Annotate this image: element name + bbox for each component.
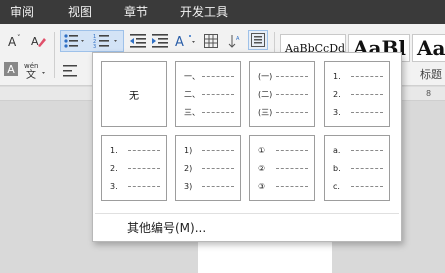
svg-text:A: A <box>31 35 39 48</box>
svg-text:A: A <box>175 35 184 49</box>
svg-text:文: 文 <box>26 68 36 79</box>
numbering-option-chinese-comma[interactable]: 一、 二、 三、 <box>175 61 241 127</box>
document-page[interactable] <box>198 240 332 273</box>
marker: 1. <box>333 72 341 81</box>
none-label: 无 <box>129 90 139 102</box>
marker: 3) <box>184 182 193 191</box>
marker: 2) <box>184 164 193 173</box>
numbering-option-none[interactable]: 无 <box>101 61 167 127</box>
style-caption: 标题 <box>420 68 442 81</box>
marker: 3. <box>110 182 118 191</box>
marker: ① <box>258 146 266 155</box>
numbering-option-letters[interactable]: a. b. c. <box>324 135 390 201</box>
marker: c. <box>333 182 340 191</box>
numbering-option-chinese-parenthesized[interactable]: (一) (二) (三) <box>249 61 315 127</box>
phonetic-guide-icon[interactable]: wén 文 <box>22 60 50 80</box>
font-size-decrease-icon[interactable]: A ˅ <box>6 32 24 50</box>
marker: 一、 <box>184 72 200 81</box>
numbering-icon[interactable]: 1 2 3 <box>92 32 122 50</box>
svg-text:wén: wén <box>24 62 38 70</box>
numbering-dropdown: 无 一、 二、 三、 (一) (二) (三) 1. 2. 3. 1. 2. 3.… <box>92 52 402 242</box>
sort-icon[interactable]: A <box>226 32 244 50</box>
menu-divider <box>95 213 399 214</box>
marker: 2. <box>110 164 118 173</box>
svg-text:3: 3 <box>93 44 96 49</box>
table-grid-icon[interactable] <box>202 32 220 50</box>
marker: (三) <box>258 108 273 117</box>
paragraph-layout-icon[interactable] <box>248 30 268 50</box>
marker: 1) <box>184 146 193 155</box>
svg-text:A: A <box>236 36 240 42</box>
align-left-icon[interactable] <box>62 64 78 78</box>
text-effect-icon[interactable]: A <box>174 32 198 50</box>
clear-format-icon[interactable]: A <box>28 32 48 50</box>
menu-chapter[interactable]: 章节 <box>124 3 148 21</box>
menu-bar: 审阅 视图 章节 开发工具 <box>0 0 445 24</box>
svg-text:A: A <box>8 35 17 49</box>
numbering-option-arabic-dot[interactable]: 1. 2. 3. <box>101 135 167 201</box>
marker: (一) <box>258 72 273 81</box>
menu-review[interactable]: 审阅 <box>10 3 34 21</box>
menu-view[interactable]: 视图 <box>68 3 92 21</box>
numbering-option-arabic-paren[interactable]: 1) 2) 3) <box>175 135 241 201</box>
marker: (二) <box>258 90 273 99</box>
marker: 三、 <box>184 108 200 117</box>
style-sample-heading2[interactable]: Aal <box>412 34 445 62</box>
marker: 二、 <box>184 90 200 99</box>
marker: a. <box>333 146 341 155</box>
more-numbering-menu-item[interactable]: 其他编号(M)... <box>127 219 206 236</box>
menu-developer-tools[interactable]: 开发工具 <box>180 3 228 21</box>
marker: 1. <box>110 146 118 155</box>
increase-indent-icon[interactable] <box>150 32 170 50</box>
numbering-option-arabic-indented[interactable]: 1. 2. 3. <box>324 61 390 127</box>
char-shading-icon[interactable]: A <box>4 62 18 76</box>
decrease-indent-icon[interactable] <box>128 32 148 50</box>
marker: 2. <box>333 90 341 99</box>
marker: ③ <box>258 182 266 191</box>
marker: ② <box>258 164 266 173</box>
bullets-icon[interactable] <box>62 32 88 50</box>
numbering-option-circled[interactable]: ① ② ③ <box>249 135 315 201</box>
ruler-mark: 8 <box>426 89 432 98</box>
marker: 3. <box>333 108 341 117</box>
marker: b. <box>333 164 341 173</box>
svg-text:˅: ˅ <box>17 34 21 42</box>
